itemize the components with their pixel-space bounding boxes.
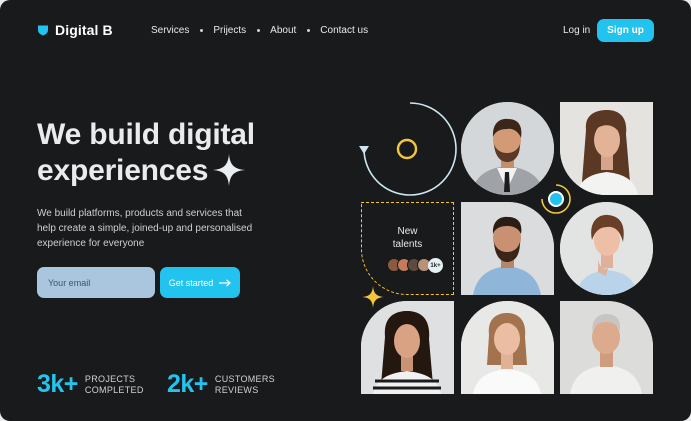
talent-photo-4 xyxy=(560,202,653,295)
hero-title-line2: experiences xyxy=(37,154,209,187)
nav-separator xyxy=(200,29,204,32)
new-talents-line2: talents xyxy=(392,239,423,250)
orbit-decoration xyxy=(359,102,457,196)
landing-page: Digital B Services Prijects About Contac… xyxy=(0,0,691,421)
portrait-older-man xyxy=(560,301,653,394)
nav-separator xyxy=(257,29,261,32)
hero-title: We build digital experiences xyxy=(37,117,307,189)
yellow-sparkle-icon xyxy=(362,286,384,308)
stat-reviews-label-2: REVIEWS xyxy=(214,384,259,395)
stat-projects: 3k+ PROJECTS COMPLETED xyxy=(37,370,144,399)
nav-separator xyxy=(307,29,311,32)
talent-photo-6 xyxy=(461,301,554,394)
talent-photo-3 xyxy=(461,202,554,295)
stat-reviews: 2k+ CUSTOMERS REVIEWS xyxy=(167,370,275,399)
nav-link-projects[interactable]: Prijects xyxy=(213,25,246,36)
orbit-arrow-icon xyxy=(359,146,369,154)
avatar-group: 1k+ xyxy=(387,258,443,273)
arrow-right-icon xyxy=(219,278,232,287)
stat-projects-value: 3k+ xyxy=(37,370,78,398)
stat-reviews-label-1: CUSTOMERS xyxy=(214,373,275,384)
login-link[interactable]: Log in xyxy=(563,25,590,36)
new-talents-line1: New xyxy=(397,226,418,237)
portrait-man-beard xyxy=(461,202,554,295)
email-input[interactable] xyxy=(37,267,155,298)
portrait-woman-short-hair xyxy=(560,202,653,295)
stat-projects-label-1: PROJECTS xyxy=(84,373,136,384)
more-count-badge: 1k+ xyxy=(428,258,443,273)
stat-reviews-value: 2k+ xyxy=(167,370,208,398)
stat-projects-label-2: COMPLETED xyxy=(84,384,144,395)
talent-photo-5 xyxy=(361,301,454,394)
get-started-button[interactable]: Get started xyxy=(160,267,240,298)
brand-name: Digital B xyxy=(55,22,113,38)
new-talents-card: New talents 1k+ xyxy=(361,202,454,295)
nav-link-contact[interactable]: Contact us xyxy=(320,25,368,36)
portrait-woman-striped-shirt xyxy=(361,301,454,394)
yellow-orbit-decoration xyxy=(541,184,571,214)
hero-subtitle: We build platforms, products and service… xyxy=(37,208,253,249)
hero-title-line1: We build digital xyxy=(37,118,255,151)
talent-photo-1 xyxy=(461,102,554,195)
portrait-woman-white-shirt xyxy=(461,301,554,394)
talent-photo-2 xyxy=(560,102,653,195)
get-started-label: Get started xyxy=(168,277,214,288)
nav-link-about[interactable]: About xyxy=(270,25,296,36)
logo-shield-icon xyxy=(38,25,48,36)
portrait-man-suit xyxy=(461,102,554,195)
brand-logo[interactable]: Digital B xyxy=(37,22,113,38)
nav-link-services[interactable]: Services xyxy=(151,25,189,36)
yellow-ring-icon xyxy=(396,138,418,160)
sparkle-icon xyxy=(213,154,245,186)
talent-photo-7 xyxy=(560,301,653,394)
portrait-woman-long-hair xyxy=(560,102,653,195)
signup-button[interactable]: Sign up xyxy=(597,19,654,42)
main-nav: Services Prijects About Contact us xyxy=(151,25,368,36)
